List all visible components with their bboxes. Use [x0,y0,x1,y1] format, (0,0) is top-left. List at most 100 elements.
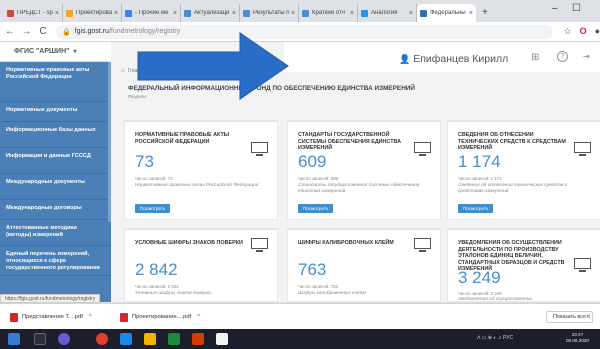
card-count: 73 [135,152,154,171]
bookmark-star-icon[interactable]: ☆ [563,26,571,37]
extension-icon[interactable]: O [580,26,587,37]
tab-close-icon[interactable]: × [55,10,59,17]
sidebar-item-intl-treaties[interactable]: Международные договоры [0,200,111,220]
card-title: НОРМАТИВНЫЕ ПРАВОВЫЕ АКТЫ РОССИЙСКОЙ ФЕД… [135,132,230,145]
download-item[interactable]: Проектирование....pdf ^ [120,311,200,323]
sidebar-item-normative-docs[interactable]: Нормативные документы [0,102,111,122]
close-icon[interactable]: × [586,312,591,321]
address-bar[interactable]: 🔒 fgis.gost.ru/fundmetrology/registry [55,24,554,39]
sidebar-item-intl-docs[interactable]: Международные документы [0,174,111,200]
browser-tab[interactable]: Краткий отч × [299,4,358,22]
card-record-count: Число записей: 73 [135,176,173,181]
search-icon[interactable] [34,333,46,345]
logout-icon[interactable]: ⇥ [583,52,590,61]
section-card: НОРМАТИВНЫЕ ПРАВОВЫЕ АКТЫ РОССИЙСКОЙ ФЕД… [124,120,278,220]
monitor-icon [414,142,431,156]
card-record-count: Число записей: 1 174 [458,176,502,181]
card-count: 3 249 [458,268,501,287]
chevron-up-icon[interactable]: ^ [89,314,92,320]
view-button[interactable]: Посмотреть [135,204,171,213]
card-record-count: Число записей: 763 [298,284,338,289]
minimize-window-icon[interactable]: – [552,3,558,14]
sidebar-item-legal-acts[interactable]: Нормативные правовые акты Российской Фед… [0,62,111,102]
app-icon[interactable] [168,333,180,345]
reload-button[interactable]: C [36,26,50,37]
tab-favicon-icon [66,9,73,17]
browser-tab[interactable]: - Прочие ме × [122,4,181,22]
url-path: /fundmetrology/registry [108,28,181,35]
chevron-up-icon[interactable]: ^ [197,314,200,320]
apps-grid-icon[interactable]: ⊞ [531,52,539,63]
profile-icon[interactable]: ● [595,26,600,37]
home-icon[interactable]: ⌂ [121,68,125,74]
card-record-count: Число записей: 609 [298,176,338,181]
sidebar-logo[interactable]: ФГИС "АРШИН" ▾ [0,42,111,62]
tab-favicon-icon [361,9,368,17]
url-host: fgis.gost.ru [74,28,109,35]
user-name: Епифанцев Кирилл [413,53,509,65]
monitor-icon [574,258,591,272]
sidebar: ФГИС "АРШИН" ▾ Нормативные правовые акты … [0,42,111,302]
pdf-icon [10,312,18,322]
lock-icon: 🔒 [61,28,71,36]
new-tab-button[interactable]: + [476,4,494,22]
system-tray[interactable]: ᐱ ▭ ⊕ ◐ ♫ РУС [477,335,513,341]
page-title: ФЕДЕРАЛЬНЫЙ ИНФОРМАЦИОННЫЙ ФОНД ПО ОБЕСП… [128,85,415,92]
app-icon[interactable] [58,333,70,345]
start-icon[interactable] [8,333,20,345]
card-description: Шифры калибровочных клейм [298,291,366,296]
app-icon[interactable] [192,333,204,345]
tab-favicon-icon [302,9,309,17]
browser-toolbar: ← → C 🔒 fgis.gost.ru/fundmetrology/regis… [0,22,600,42]
maximize-window-icon[interactable]: ☐ [572,3,581,14]
status-url: https://fgis.gost.ru/fundmetrology/regis… [0,294,101,303]
monitor-icon [414,238,431,252]
tab-close-icon[interactable]: × [350,10,354,17]
app-icon[interactable] [216,333,228,345]
tab-close-icon[interactable]: × [232,10,236,17]
downloads-bar: Представление Т....pdf ^ Проектирование..… [0,303,600,329]
explorer-icon[interactable] [144,333,156,345]
card-record-count: Число записей: 3 249 [458,291,502,296]
breadcrumb-link[interactable]: Главная [128,68,147,74]
forward-button[interactable]: → [20,26,34,37]
card-description: Сведения об отнесении технических средст… [458,183,568,195]
tab-close-icon[interactable]: × [291,10,295,17]
sidebar-item-gsssd[interactable]: Информация и данные ГСССД [0,148,111,174]
browser-tab[interactable]: Проектирован × [63,4,122,22]
tab-favicon-icon [420,9,427,17]
tab-favicon-icon [184,9,191,17]
browser-tab-active[interactable]: Федеральны × [417,4,476,22]
card-count: 2 842 [135,260,178,279]
download-item[interactable]: Представление Т....pdf ^ [10,311,92,323]
monitor-icon [251,238,268,252]
clock[interactable]: 23:47 08.06.2020 [566,332,589,344]
tab-close-icon[interactable]: × [469,10,473,17]
browser-tab[interactable]: ПРЕДСТ - spi × [4,4,63,22]
tab-close-icon[interactable]: × [114,10,118,17]
view-button[interactable]: Посмотреть [298,204,334,213]
user-menu[interactable]: 👤 Епифанцев Кирилл [399,53,508,65]
card-title: ШИФРЫ КАЛИБРОВОЧНЫХ КЛЕЙМ [298,240,394,246]
tab-favicon-icon [243,9,250,17]
back-button[interactable]: ← [3,26,17,37]
sidebar-item-unified-list[interactable]: Единый перечень измерений, относящихся к… [0,246,111,276]
help-icon[interactable]: ? [557,51,568,62]
tab-favicon-icon [7,9,14,17]
taskbar: ᐱ ▭ ⊕ ◐ ♫ РУС 23:47 08.06.2020 [0,329,600,349]
tab-close-icon[interactable]: × [409,10,413,17]
section-card: ШИФРЫ КАЛИБРОВОЧНЫХ КЛЕЙМ 763 Число запи… [287,228,441,302]
sidebar-item-databases[interactable]: Информационные базы данных [0,122,111,148]
opera-icon[interactable] [96,333,108,345]
browser-tab[interactable]: Актуализаци × [181,4,240,22]
tab-close-icon[interactable]: × [173,10,177,17]
breadcrumb: ⌂ Главная [121,68,147,74]
browser-tab[interactable]: Аналогия × [358,4,417,22]
monitor-icon [251,142,268,156]
view-button[interactable]: Посмотреть [458,204,494,213]
sidebar-item-methods[interactable]: Аттестованные методики (методы) измерени… [0,220,111,246]
browser-tab[interactable]: Результаты п × [240,4,299,22]
edge-icon[interactable] [120,333,132,345]
pdf-icon [120,312,128,322]
card-count: 763 [298,260,327,279]
